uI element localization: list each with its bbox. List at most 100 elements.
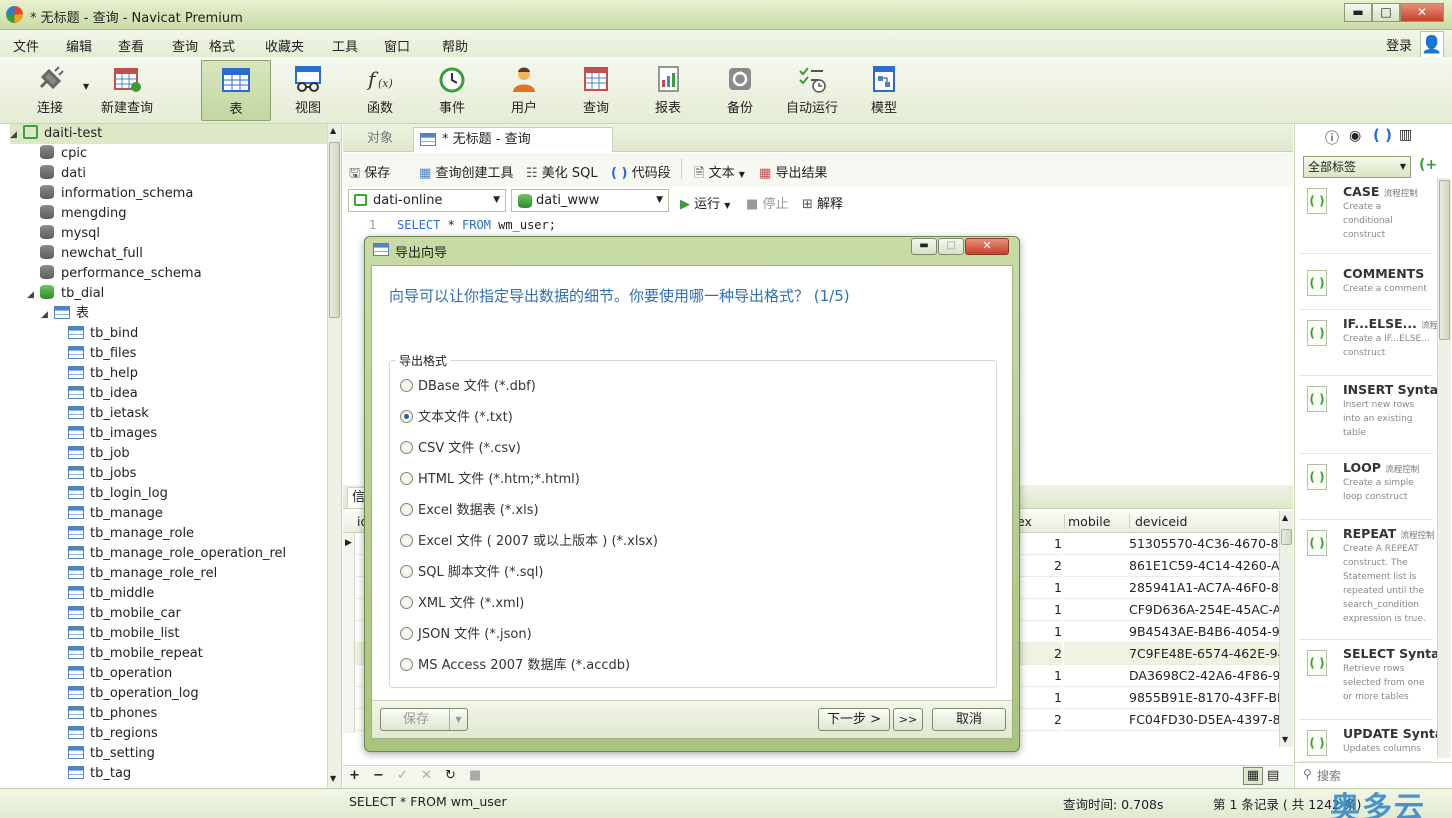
table-node[interactable]: tb_jobs	[68, 464, 136, 484]
menu-favorites[interactable]: 收藏夹	[265, 36, 304, 55]
save-button[interactable]: 🖫 保存	[349, 162, 390, 186]
table-node[interactable]: tb_regions	[68, 724, 158, 744]
cell-mobile[interactable]	[1064, 643, 1129, 665]
tab-query[interactable]: * 无标题 - 查询	[413, 127, 613, 152]
scroll-up-icon[interactable]: ▲	[1282, 513, 1288, 522]
new-query-button[interactable]: 新建查询	[92, 60, 162, 121]
table-node[interactable]: tb_login_log	[68, 484, 168, 504]
menu-edit[interactable]: 编辑	[66, 36, 92, 55]
delete-row-icon[interactable]: −	[373, 768, 384, 783]
format-option[interactable]: JSON 文件 (*.json)	[400, 625, 532, 645]
explain-button[interactable]: ⊞ 解释	[802, 193, 843, 212]
query-builder-button[interactable]: ▦ 查询创建工具	[419, 162, 513, 181]
dialog-cancel-button[interactable]: 取消	[932, 708, 1006, 731]
menu-query[interactable]: 查询	[172, 36, 198, 55]
dialog-close-button[interactable]: ✕	[965, 238, 1009, 255]
cell-sex[interactable]: 1	[1017, 599, 1062, 621]
format-option[interactable]: Excel 数据表 (*.xls)	[400, 501, 539, 521]
info-icon[interactable]: ⓘ	[1325, 128, 1339, 148]
nav-scrollbar[interactable]: ▲ ▼	[327, 124, 341, 788]
snippet-button[interactable]: ( ) 代码段	[611, 162, 671, 181]
cell-mobile[interactable]	[1064, 621, 1129, 643]
menu-help[interactable]: 帮助	[442, 36, 468, 55]
cell-deviceid[interactable]: 51305570-4C36-4670-82	[1129, 533, 1279, 555]
db-node[interactable]: newchat_full	[40, 244, 143, 264]
text-mode-button[interactable]: 🗎 文本 ▼	[694, 162, 745, 186]
cell-deviceid[interactable]: CF9D636A-254E-45AC-A	[1129, 599, 1279, 621]
menu-view[interactable]: 查看	[118, 36, 144, 55]
radio-button[interactable]	[400, 534, 413, 547]
col-header-deviceid[interactable]: deviceid	[1129, 514, 1187, 529]
format-option[interactable]: HTML 文件 (*.htm;*.html)	[400, 470, 580, 490]
db-node[interactable]: dati	[40, 164, 86, 184]
radio-button[interactable]	[400, 596, 413, 609]
dialog-minimize-button[interactable]: ▬	[911, 238, 937, 255]
cell-deviceid[interactable]: 861E1C59-4C14-4260-A(	[1129, 555, 1279, 577]
cell-deviceid[interactable]: 7C9FE48E-6574-462E-94	[1129, 643, 1279, 665]
reports-button[interactable]: 报表	[633, 60, 703, 121]
refresh-icon[interactable]: ↻	[445, 768, 456, 783]
table-node[interactable]: tb_manage_role_rel	[68, 564, 217, 584]
maximize-button[interactable]: □	[1372, 3, 1400, 22]
table-node[interactable]: tb_mobile_repeat	[68, 644, 203, 664]
snippet-item[interactable]: ( ) UPDATE Syntax Updates columns	[1299, 722, 1451, 762]
nav-scroll-thumb[interactable]	[329, 142, 340, 318]
users-button[interactable]: 用户	[489, 60, 559, 121]
table-node[interactable]: tb_manage_role	[68, 524, 194, 544]
radio-button[interactable]	[400, 627, 413, 640]
cell-mobile[interactable]	[1064, 709, 1129, 731]
snippet-item[interactable]: ( ) INSERT Syntax Insert new rows into an…	[1299, 378, 1446, 454]
cell-deviceid[interactable]: 9855B91E-8170-43FF-BE	[1129, 687, 1279, 709]
cell-mobile[interactable]	[1064, 577, 1129, 599]
db-node[interactable]: mengding	[40, 204, 127, 224]
radio-button[interactable]	[400, 379, 413, 392]
add-snippet-icon[interactable]: (+	[1419, 157, 1437, 173]
table-node[interactable]: tb_manage_role_operation_rel	[68, 544, 286, 564]
radio-button[interactable]	[400, 658, 413, 671]
database-select[interactable]: dati_www ▼	[511, 189, 669, 212]
apply-check-icon[interactable]: ✓	[397, 768, 408, 783]
snippet-item[interactable]: ( ) LOOP 流程控制 Create a simple loop constru…	[1299, 456, 1433, 520]
menu-tools[interactable]: 工具	[332, 36, 358, 55]
radio-button[interactable]	[400, 472, 413, 485]
minimize-button[interactable]: ▬	[1344, 3, 1372, 22]
stop-icon[interactable]: ■	[469, 768, 481, 783]
cell-sex[interactable]: 2	[1017, 709, 1062, 731]
tag-filter-select[interactable]: 全部标签 ▼	[1303, 156, 1411, 178]
db-node[interactable]: mysql	[40, 224, 100, 244]
automation-button[interactable]: 自动运行	[777, 60, 847, 121]
cell-sex[interactable]: 1	[1017, 577, 1062, 599]
scroll-down-icon[interactable]: ▼	[330, 774, 336, 783]
cell-mobile[interactable]	[1064, 599, 1129, 621]
table-node[interactable]: tb_tag	[68, 764, 131, 784]
cell-sex[interactable]: 1	[1017, 665, 1062, 687]
dialog-next-button[interactable]: 下一步 >	[818, 708, 890, 731]
cell-sex[interactable]: 1	[1017, 533, 1062, 555]
db-node[interactable]: performance_schema	[40, 264, 202, 284]
queries-button[interactable]: 查询	[561, 60, 631, 121]
stop-button[interactable]: ■ 停止	[746, 193, 788, 212]
table-node[interactable]: tb_ietask	[68, 404, 149, 424]
scroll-up-icon[interactable]: ▲	[330, 126, 336, 135]
grid-view-icon[interactable]: ▦	[1243, 767, 1263, 785]
cell-deviceid[interactable]: FC04FD30-D5EA-4397-8	[1129, 709, 1279, 731]
cell-mobile[interactable]	[1064, 555, 1129, 577]
snippet-item[interactable]: ( ) COMMENTS Create a comment	[1299, 262, 1433, 310]
cell-mobile[interactable]	[1064, 687, 1129, 709]
cell-sex[interactable]: 2	[1017, 555, 1062, 577]
snippet-scrollbar[interactable]	[1437, 178, 1451, 758]
grid-scrollbar[interactable]: ▲ ▼	[1279, 511, 1293, 747]
table-node[interactable]: tb_mobile_car	[68, 604, 181, 624]
menu-format[interactable]: 格式	[209, 36, 235, 55]
snippet-brackets-icon[interactable]: ( )	[1373, 126, 1392, 144]
table-node[interactable]: tb_images	[68, 424, 157, 444]
add-row-icon[interactable]: +	[349, 768, 360, 783]
close-button[interactable]: ✕	[1400, 3, 1444, 22]
cell-sex[interactable]: 2	[1017, 643, 1062, 665]
format-option[interactable]: 文本文件 (*.txt)	[400, 408, 513, 428]
table-node[interactable]: tb_job	[68, 444, 130, 464]
table-node[interactable]: tb_manage	[68, 504, 163, 524]
views-button[interactable]: 视图	[273, 60, 343, 121]
cell-deviceid[interactable]: 285941A1-AC7A-46F0-81	[1129, 577, 1279, 599]
connect-button[interactable]: 连接 ▼	[15, 60, 89, 121]
